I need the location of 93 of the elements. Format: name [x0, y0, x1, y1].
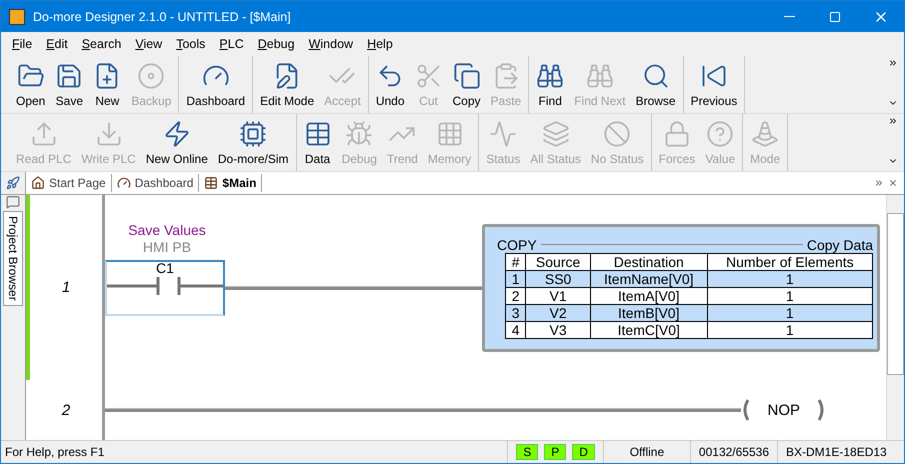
download-icon [94, 120, 123, 148]
instruction-description: Copy Data [806, 236, 873, 253]
gauge-icon [116, 176, 131, 190]
document-tab[interactable]: Start Page [26, 174, 112, 192]
toolbar-button[interactable]: Browse [630, 56, 681, 113]
toolbar-button[interactable]: Previous [686, 56, 742, 113]
table-cell: 1 [707, 287, 872, 304]
table-cell: V2 [526, 304, 590, 322]
coil-left-bracket-icon [741, 399, 750, 422]
overflow-icon[interactable] [888, 58, 898, 68]
no-entry-icon [603, 120, 632, 148]
toolbar-button[interactable]: Do-more/Sim [212, 114, 294, 171]
table-icon [304, 120, 332, 148]
grid-icon [436, 120, 464, 148]
table-cell: 4 [506, 321, 526, 338]
table-cell: V1 [526, 287, 590, 304]
scroll-tabs-icon[interactable] [874, 178, 884, 188]
help-text: For Help, press F1 [4, 445, 106, 459]
toolbar-button[interactable]: Dashboard [181, 56, 250, 113]
table-cell: ItemName[V0] [590, 270, 708, 288]
rocket-icon[interactable] [6, 176, 20, 190]
description: HMI PB [142, 238, 192, 256]
menu-item[interactable]: PLC [212, 37, 251, 51]
toolbar-button[interactable]: New Online [140, 114, 213, 171]
toolbar-button[interactable]: New [88, 56, 126, 113]
nickname: Save Values [128, 222, 206, 239]
toolbar-button[interactable]: Data [298, 114, 337, 171]
toolbar-button[interactable]: Edit Mode [255, 56, 320, 113]
window-title: Do-more Designer 2.1.0 - UNTITLED - [$Main] [33, 10, 292, 24]
table-cell: 1 [506, 270, 526, 288]
minimize-icon [784, 16, 794, 17]
toolbar-button[interactable]: Copy [448, 56, 486, 113]
table-cell: V3 [526, 321, 590, 338]
coil-right-bracket-icon [818, 399, 826, 422]
folder-icon [16, 62, 45, 90]
speech-bubble-icon [6, 195, 20, 209]
upload-icon [30, 120, 58, 148]
table-cell: 1 [707, 304, 872, 322]
close-icon[interactable] [888, 178, 898, 188]
scrollbar[interactable] [886, 195, 904, 440]
lock-icon [662, 120, 691, 148]
app-icon [9, 8, 25, 24]
binoculars-icon [586, 62, 614, 90]
coil[interactable]: NOP [749, 402, 818, 419]
menu-item[interactable]: File [5, 37, 40, 51]
menu-item[interactable]: Search [74, 37, 128, 51]
table-cell: 1 [707, 270, 872, 288]
menu-item[interactable]: Edit [39, 37, 75, 51]
menu-item[interactable]: Window [302, 37, 360, 51]
rung-number: 1 [26, 195, 105, 380]
instruction-name: COPY [497, 236, 537, 253]
table-cell: ItemA[V0] [590, 287, 708, 304]
table-cell: 1 [707, 321, 872, 338]
disc-icon [137, 62, 166, 90]
status-indicator: D [572, 444, 595, 460]
table-cell: SS0 [526, 270, 590, 288]
plc-model: BX-DM1E-18ED13 [777, 441, 904, 463]
copy-instruction[interactable]: COPY Copy Data # Source Destination Number of Elements 1 SS0 ItemName[V0] 1 2 V1 ItemA[V0] 1 3 V2 ItemB[V0] 1 4 V3 ItemC[V0] 1 [482, 224, 880, 352]
rung-number: 2 [26, 380, 105, 440]
toolbar-button[interactable]: Find [531, 56, 570, 113]
binoculars-icon [536, 62, 564, 90]
column-header: # [506, 253, 526, 270]
overflow-icon[interactable] [888, 116, 898, 126]
maximize-icon [829, 10, 841, 22]
layers-icon [542, 120, 570, 148]
toolbar-button[interactable]: Open [11, 56, 50, 113]
house-icon [31, 176, 45, 190]
table-cell: ItemC[V0] [590, 321, 708, 338]
connection-status: Offline [602, 441, 690, 463]
column-header: Destination [590, 253, 708, 270]
memory-usage: 00132/65536 [690, 441, 777, 463]
toolbar-button[interactable]: Save [50, 56, 88, 113]
search-icon [642, 62, 670, 90]
table-cell: 2 [506, 287, 526, 304]
document-tab[interactable]: $Main [199, 174, 262, 192]
menu-item[interactable]: Debug [250, 37, 302, 51]
document-tab[interactable]: Dashboard [112, 174, 200, 192]
chip-icon [239, 120, 268, 148]
status-indicator: P [544, 444, 566, 460]
toolbar-button[interactable]: Undo [370, 56, 410, 113]
project-browser-tab[interactable]: Project Browser [3, 211, 23, 306]
copy-icon [452, 62, 481, 90]
status-indicator: S [516, 444, 538, 460]
menu-item[interactable]: View [128, 37, 170, 51]
menu-item[interactable]: Help [360, 37, 400, 51]
table-cell: 3 [506, 304, 526, 322]
menu-item[interactable]: Tools [169, 37, 212, 51]
question-icon [706, 120, 734, 148]
contact-address: C1 [156, 260, 174, 276]
column-header: Number of Elements [707, 253, 872, 270]
bug-icon [345, 120, 374, 148]
column-header: Source [526, 253, 590, 270]
table-cell: ItemB[V0] [590, 304, 708, 322]
